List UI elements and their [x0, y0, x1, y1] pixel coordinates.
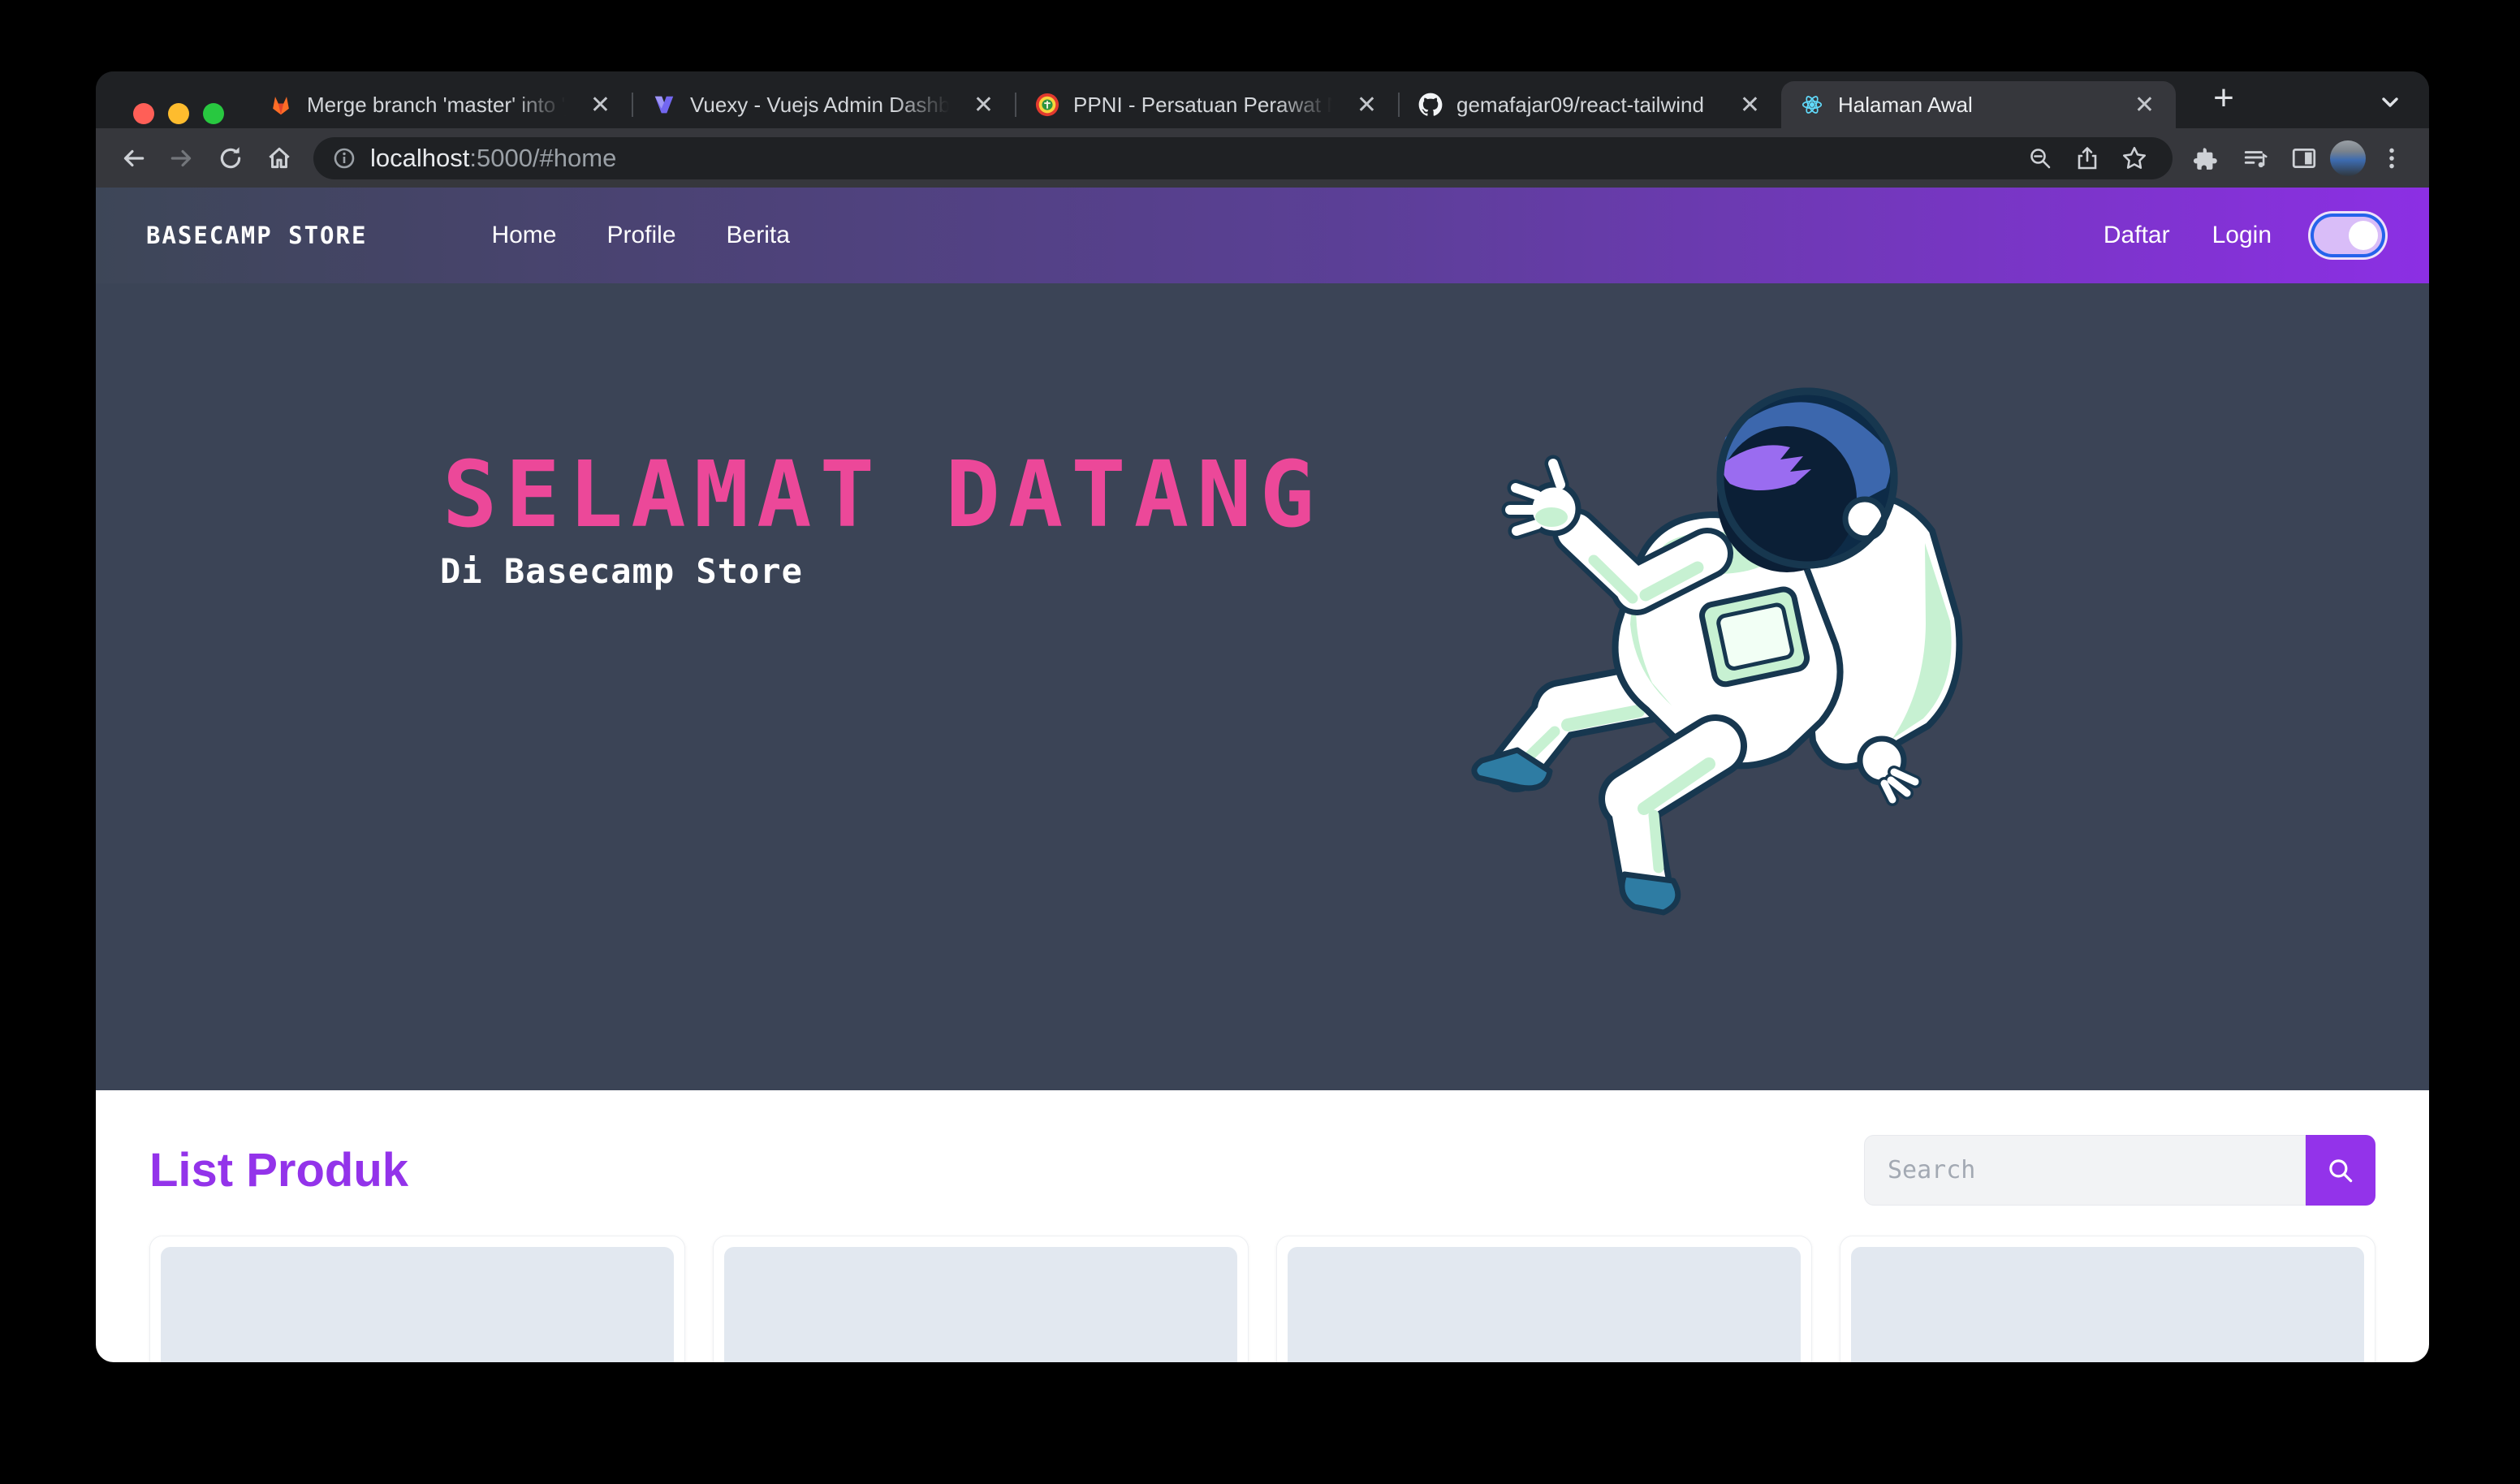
tab-title: Merge branch 'master' into 'jiha [307, 93, 574, 118]
side-panel-icon[interactable] [2281, 136, 2327, 181]
minimize-window-button[interactable] [168, 103, 189, 124]
product-image-placeholder [724, 1247, 1237, 1362]
omnibox-actions [2020, 138, 2155, 179]
site-info-icon[interactable] [331, 145, 357, 171]
zoom-window-button[interactable] [203, 103, 224, 124]
nav-link-login[interactable]: Login [2212, 222, 2272, 249]
nav-link-berita[interactable]: Berita [727, 222, 790, 249]
close-tab-icon[interactable]: ✕ [2131, 91, 2158, 119]
new-tab-button[interactable]: + [2203, 80, 2244, 120]
tab-strip: Merge branch 'master' into 'jiha ✕ Vuexy… [96, 71, 2429, 128]
product-image-placeholder [1288, 1247, 1801, 1362]
vuexy-icon [651, 92, 677, 118]
zoom-out-icon[interactable] [2020, 138, 2060, 179]
toggle-knob [2349, 221, 2378, 250]
tab-title: Halaman Awal [1838, 93, 2118, 118]
github-icon [1418, 92, 1443, 118]
back-icon[interactable] [110, 136, 156, 181]
search-box [1864, 1135, 2375, 1206]
astronaut-illustration [1439, 381, 1963, 949]
search-icon [2325, 1155, 2356, 1186]
product-card[interactable] [1276, 1236, 1812, 1362]
url-text: localhost:5000/#home [370, 144, 616, 173]
bookmark-star-icon[interactable] [2114, 138, 2155, 179]
close-tab-icon[interactable]: ✕ [970, 91, 997, 119]
home-icon[interactable] [257, 136, 302, 181]
tab-gitlab-merge[interactable]: Merge branch 'master' into 'jiha ✕ [250, 81, 632, 128]
site-navbar: BASECAMP STORE Home Profile Berita Dafta… [96, 188, 2429, 283]
url-path: :5000/#home [469, 144, 616, 172]
product-image-placeholder [1851, 1247, 2364, 1362]
product-grid [149, 1236, 2375, 1362]
products-heading: List Produk [149, 1143, 408, 1197]
hero-title: SELAMAT DATANG [442, 442, 1323, 548]
url-host: localhost [370, 144, 469, 172]
product-card[interactable] [1840, 1236, 2375, 1362]
ppni-icon [1034, 92, 1060, 118]
product-card[interactable] [149, 1236, 685, 1362]
close-tab-icon[interactable]: ✕ [587, 91, 614, 119]
browser-toolbar: localhost:5000/#home [96, 128, 2429, 188]
brand-logo[interactable]: BASECAMP STORE [146, 222, 367, 249]
nav-link-daftar[interactable]: Daftar [2104, 222, 2170, 249]
search-input[interactable] [1864, 1135, 2306, 1206]
browser-window: Merge branch 'master' into 'jiha ✕ Vuexy… [96, 71, 2429, 1362]
tab-search-chevron-icon[interactable] [2375, 88, 2405, 117]
forward-icon[interactable] [159, 136, 205, 181]
media-playlist-icon[interactable] [2233, 136, 2278, 181]
kebab-menu-icon[interactable] [2369, 136, 2414, 181]
close-tab-icon[interactable]: ✕ [1353, 91, 1380, 119]
products-section: List Produk [96, 1090, 2429, 1362]
tab-vuexy[interactable]: Vuexy - Vuejs Admin Dashboar ✕ [633, 81, 1015, 128]
close-window-button[interactable] [133, 103, 154, 124]
tab-github[interactable]: gemafajar09/react-tailwind ✕ [1400, 81, 1781, 128]
reload-icon[interactable] [208, 136, 253, 181]
hero-subtitle: Di Basecamp Store [440, 551, 803, 591]
nav-link-profile[interactable]: Profile [606, 222, 675, 249]
web-page: BASECAMP STORE Home Profile Berita Dafta… [96, 188, 2429, 1362]
share-icon[interactable] [2067, 138, 2108, 179]
search-button[interactable] [2306, 1135, 2375, 1206]
tab-ppni[interactable]: PPNI - Persatuan Perawat Nasi ✕ [1016, 81, 1398, 128]
product-image-placeholder [161, 1247, 674, 1362]
tab-list: Merge branch 'master' into 'jiha ✕ Vuexy… [250, 81, 2176, 128]
product-card[interactable] [713, 1236, 1249, 1362]
tab-title: gemafajar09/react-tailwind [1456, 93, 1724, 118]
gitlab-icon [268, 92, 294, 118]
extensions-puzzle-icon[interactable] [2184, 136, 2229, 181]
profile-avatar[interactable] [2330, 140, 2366, 176]
react-icon [1799, 92, 1825, 118]
hero-section: SELAMAT DATANG Di Basecamp Store [96, 283, 2429, 1090]
tab-title: PPNI - Persatuan Perawat Nasi [1073, 93, 1340, 118]
close-tab-icon[interactable]: ✕ [1737, 91, 1763, 119]
theme-toggle[interactable] [2314, 217, 2382, 254]
nav-right: Daftar Login [2104, 217, 2382, 254]
traffic-lights [133, 103, 224, 124]
tab-title: Vuexy - Vuejs Admin Dashboar [690, 93, 957, 118]
products-header-row: List Produk [149, 1135, 2375, 1206]
nav-link-home[interactable]: Home [491, 222, 556, 249]
tab-halaman-awal-active[interactable]: Halaman Awal ✕ [1781, 81, 2176, 128]
nav-links: Home Profile Berita [491, 222, 789, 249]
address-bar[interactable]: localhost:5000/#home [313, 137, 2173, 179]
